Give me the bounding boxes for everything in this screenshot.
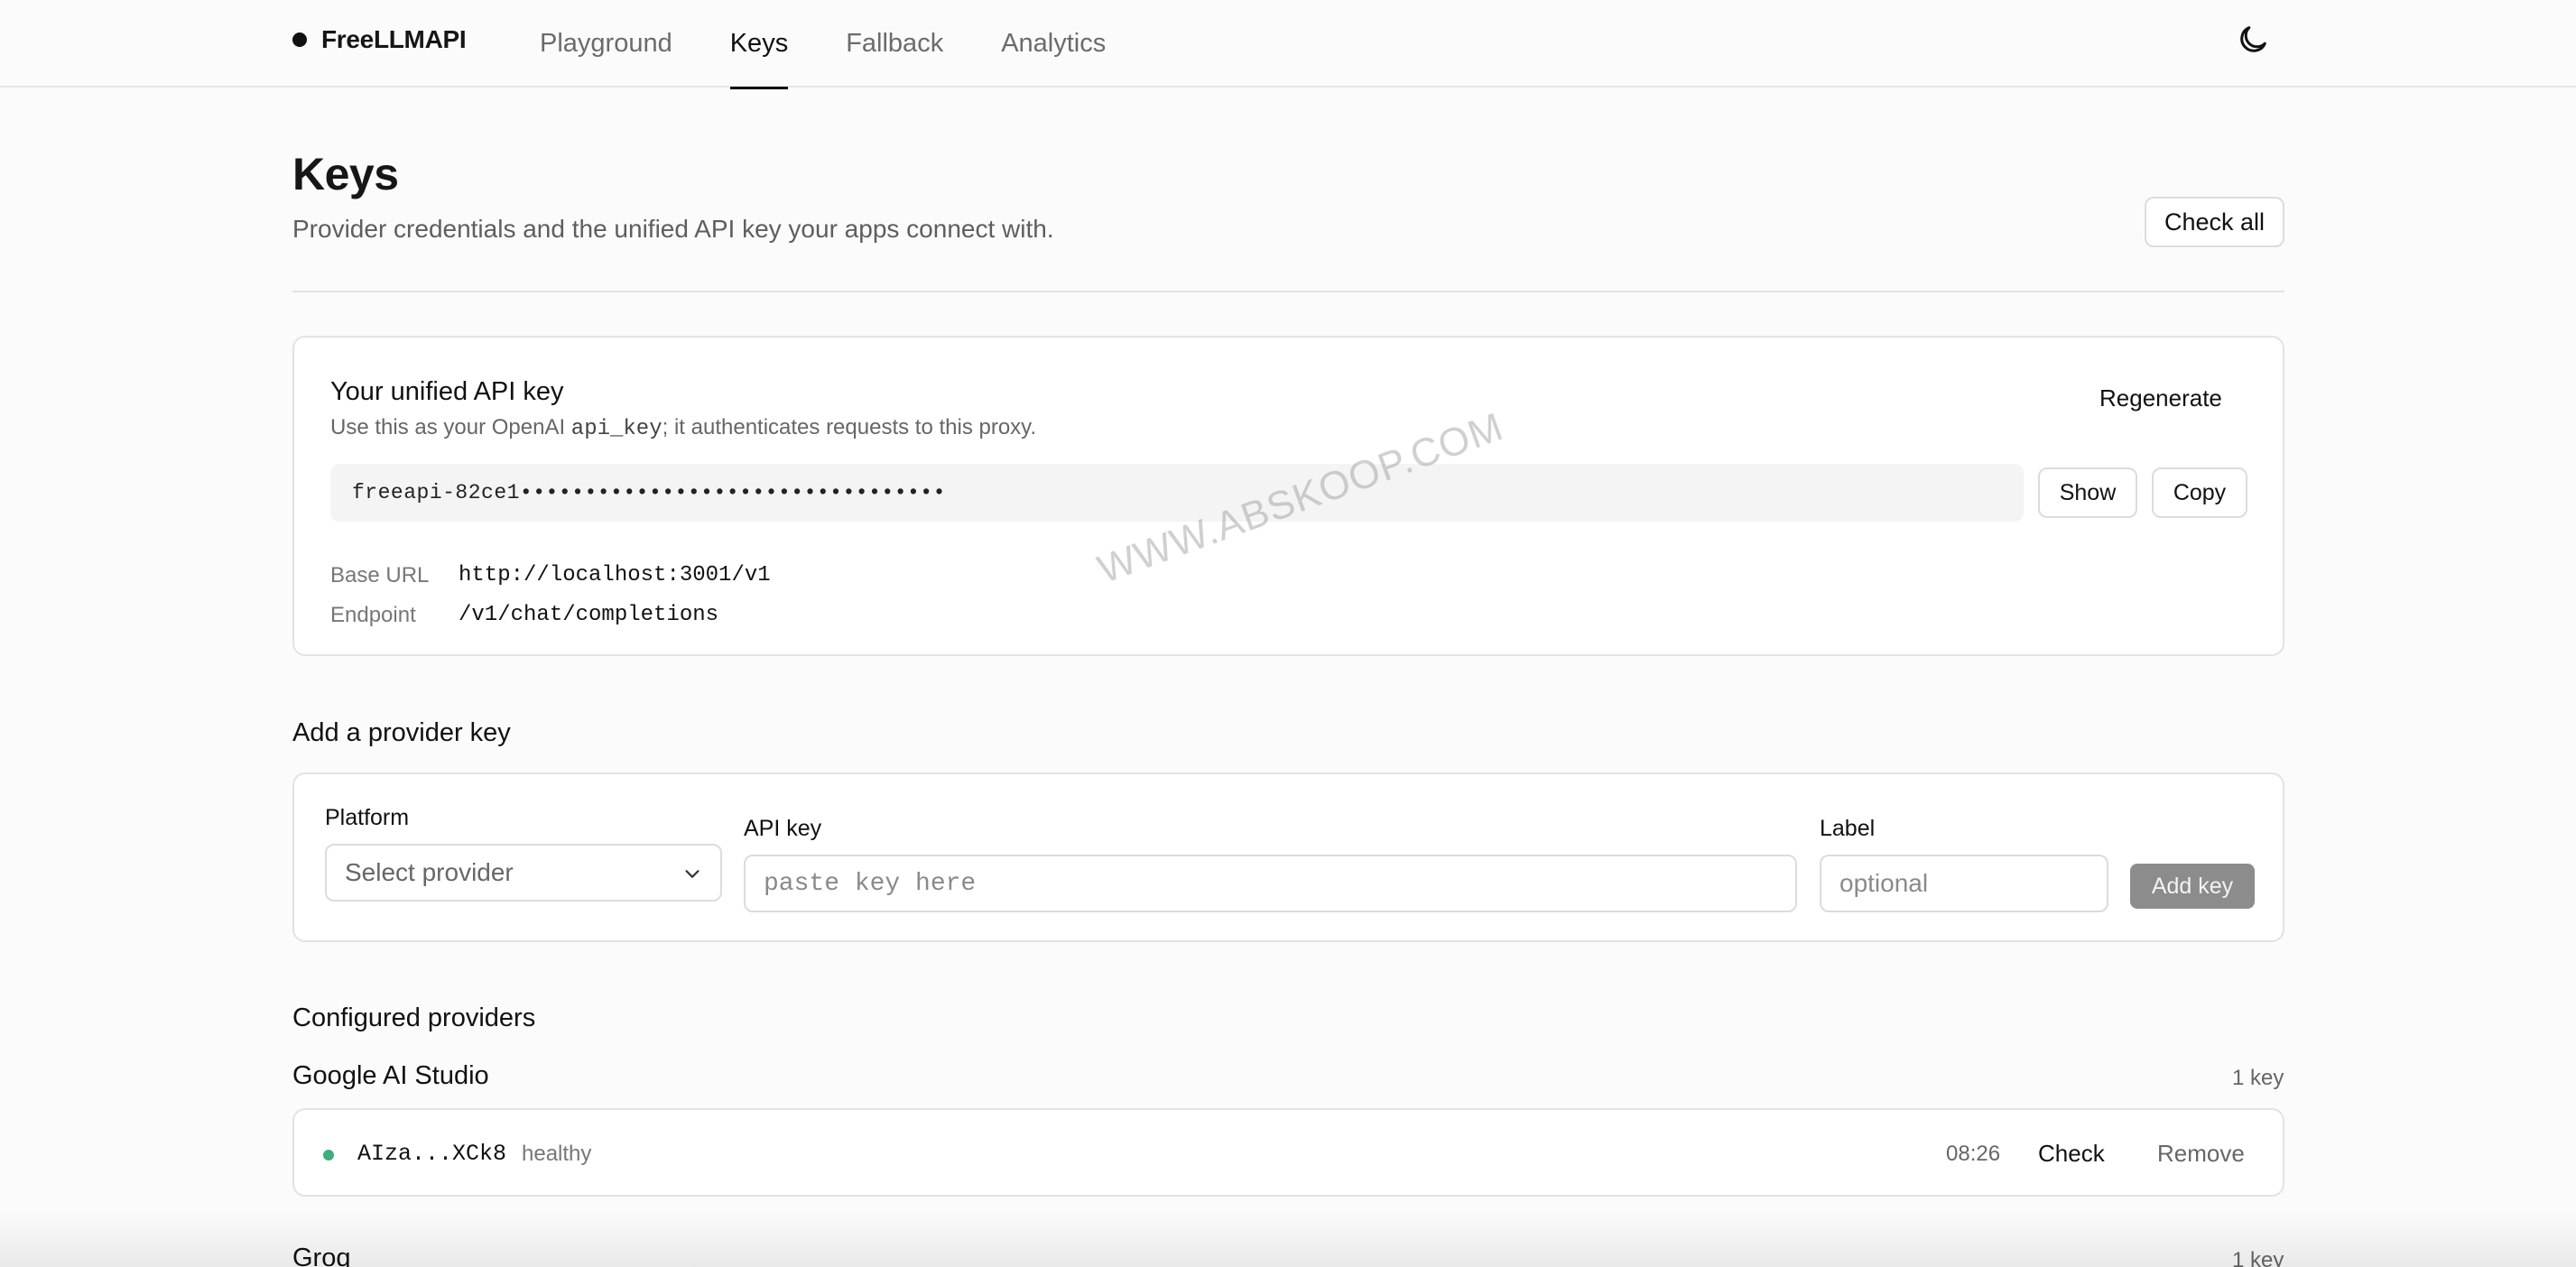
provider-key-row: AIza...XCk8 healthy 08:26 Check Remove <box>292 1108 2284 1197</box>
top-nav: FreeLLMAPI Playground Keys Fallback Anal… <box>0 0 2576 89</box>
provider-key-count: 1 key <box>2232 1066 2284 1090</box>
check-key-button[interactable]: Check <box>2038 1140 2105 1168</box>
regenerate-button[interactable]: Regenerate <box>2099 384 2222 412</box>
masked-provider-key: AIza...XCk8 <box>357 1141 507 1167</box>
tab-fallback[interactable]: Fallback <box>829 0 959 88</box>
check-all-button[interactable]: Check all <box>2145 197 2284 247</box>
page-subtitle: Provider credentials and the unified API… <box>292 215 1054 243</box>
copy-key-button[interactable]: Copy <box>2152 467 2247 518</box>
remove-key-button[interactable]: Remove <box>2157 1140 2245 1168</box>
base-url-label: Base URL <box>330 563 430 587</box>
unified-key-card: Your unified API key Use this as your Op… <box>292 336 2284 656</box>
platform-select-value: Select provider <box>345 858 514 886</box>
theme-toggle-button[interactable] <box>2235 22 2271 58</box>
brand-name: FreeLLMAPI <box>321 25 467 53</box>
moon-icon <box>2240 26 2266 52</box>
provider-name-google: Google AI Studio <box>292 1061 489 1090</box>
tab-playground[interactable]: Playground <box>524 0 689 88</box>
brand[interactable]: FreeLLMAPI <box>292 25 467 54</box>
key-last-checked: 08:26 <box>1946 1142 2001 1166</box>
add-key-button[interactable]: Add key <box>2130 864 2255 909</box>
provider-key-count-groq: 1 key <box>2232 1248 2284 1267</box>
base-url-value: http://localhost:3001/v1 <box>459 563 771 587</box>
api-key-label: API key <box>744 816 822 841</box>
endpoint-label: Endpoint <box>330 603 416 627</box>
tab-keys[interactable]: Keys <box>714 0 804 89</box>
desc-code: api_key <box>570 417 663 441</box>
nav-tabs: Playground Keys Fallback Analytics <box>524 0 1147 89</box>
desc-text: Use this as your OpenAI <box>330 415 571 439</box>
unified-key-title: Your unified API key <box>330 377 564 406</box>
unified-key-description: Use this as your OpenAI api_key; it auth… <box>330 415 1036 441</box>
chevron-down-icon <box>685 870 700 878</box>
add-provider-title: Add a provider key <box>292 718 511 747</box>
add-provider-form: Platform Select provider API key Label A… <box>292 772 2284 942</box>
label-label: Label <box>1820 816 1876 841</box>
brand-dot-icon <box>292 32 307 47</box>
tab-analytics[interactable]: Analytics <box>985 0 1122 88</box>
platform-select[interactable]: Select provider <box>325 844 722 902</box>
bottom-fade <box>0 1209 2576 1267</box>
unified-key-field[interactable]: freeapi-82ce1•••••••••••••••••••••••••••… <box>330 464 2024 522</box>
desc-text-end: ; it authenticates requests to this prox… <box>662 415 1037 439</box>
provider-name-groq: Groq <box>292 1244 351 1267</box>
api-key-input[interactable] <box>744 855 1797 912</box>
header-divider <box>292 291 2284 292</box>
configured-providers-title: Configured providers <box>292 1003 536 1032</box>
label-input[interactable] <box>1820 855 2108 912</box>
platform-label: Platform <box>325 805 410 830</box>
page-title: Keys <box>292 149 399 199</box>
endpoint-value: /v1/chat/completions <box>459 603 719 627</box>
key-health-status: healthy <box>522 1142 592 1166</box>
status-dot-icon <box>323 1150 334 1161</box>
show-key-button[interactable]: Show <box>2038 467 2137 518</box>
